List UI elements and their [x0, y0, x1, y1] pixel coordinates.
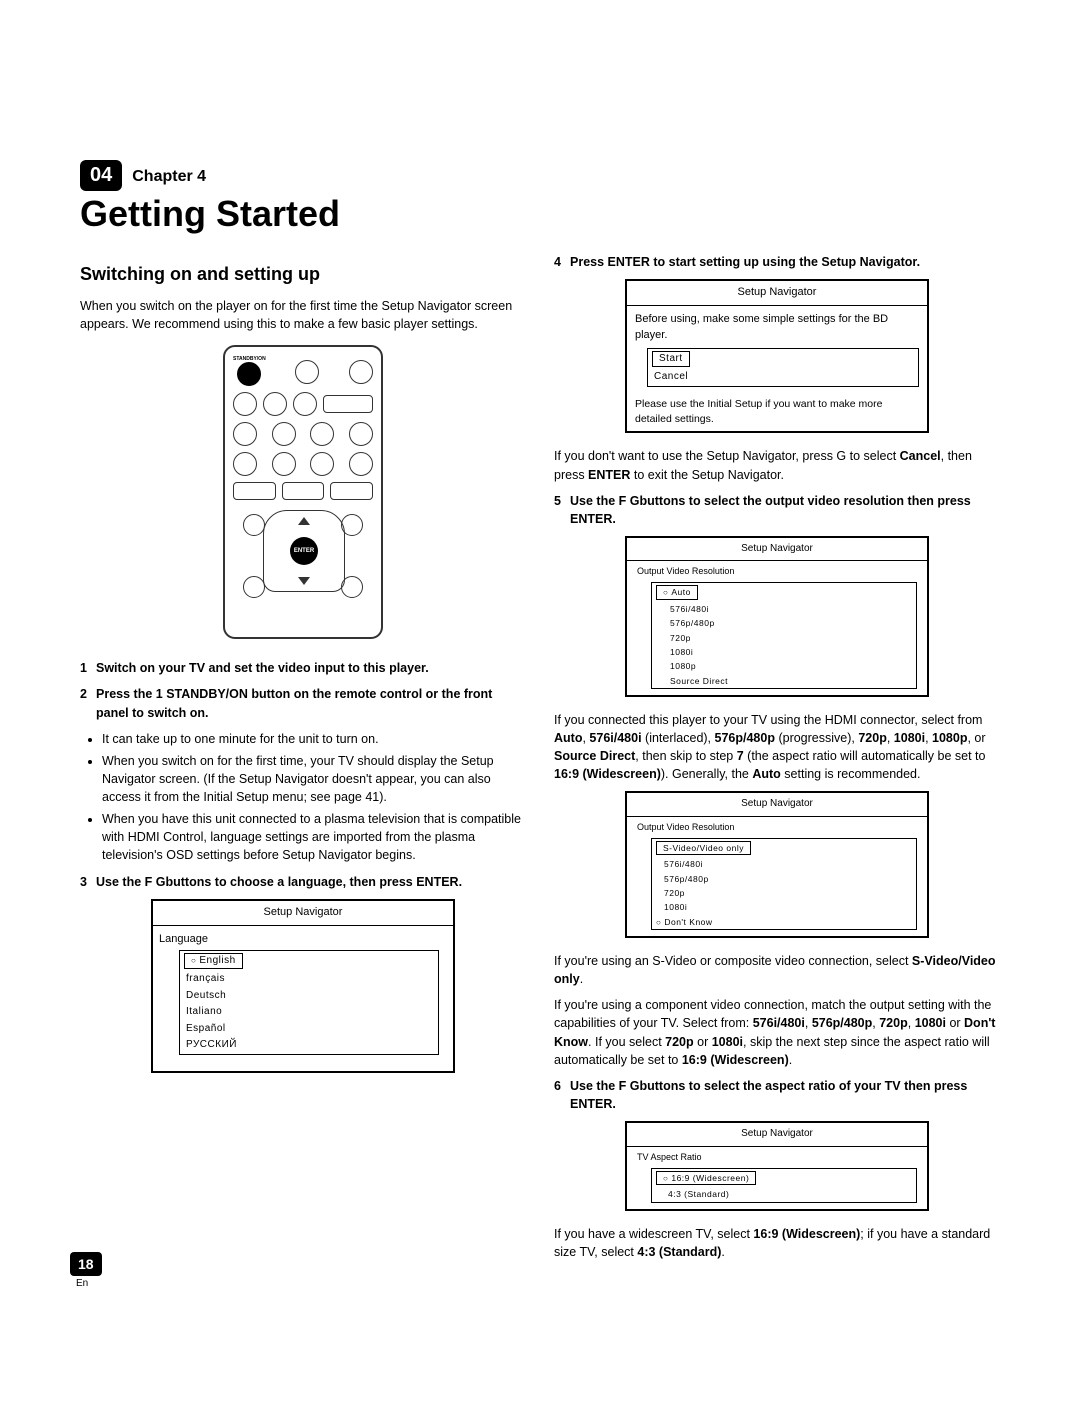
remote-circle: [233, 422, 257, 446]
step-2-bullets: It can take up to one minute for the uni…: [80, 730, 526, 865]
step-5: 5Use the F Gbuttons to select the output…: [554, 492, 1000, 528]
remote-circle: [233, 452, 257, 476]
page-number-badge: 18: [70, 1252, 102, 1276]
nav-option: français: [180, 971, 438, 988]
chapter-badge: 04: [80, 160, 122, 191]
nav-option: Español: [180, 1021, 438, 1038]
nav-option: Deutsch: [180, 988, 438, 1005]
nav-option: 4:3 (Standard): [652, 1187, 916, 1201]
lang-short: En: [76, 1278, 102, 1289]
intro-text: When you switch on the player on for the…: [80, 297, 526, 333]
bullet-item: When you switch on for the first time, y…: [102, 752, 526, 806]
remote-circle: [295, 360, 319, 384]
nav-title: Setup Navigator: [627, 538, 927, 562]
setup-navigator-start: Setup Navigator Before using, make some …: [625, 279, 929, 433]
remote-circle: [349, 452, 373, 476]
nav-option: РУССКИЙ: [180, 1037, 438, 1054]
aspect-text: If you have a widescreen TV, select 16:9…: [554, 1225, 1000, 1261]
chapter-label: Chapter 4: [132, 168, 206, 186]
svideo-text: If you're using an S-Video or composite …: [554, 952, 1000, 988]
component-text: If you're using a component video connec…: [554, 996, 1000, 1069]
remote-circle: [310, 422, 334, 446]
remote-rect: [282, 482, 325, 500]
nav-option: 576p/480p: [652, 872, 916, 886]
up-arrow-icon: [298, 517, 310, 525]
down-arrow-icon: [298, 577, 310, 585]
nav-title: Setup Navigator: [627, 281, 927, 306]
step-4-note: If you don't want to use the Setup Navig…: [554, 447, 1000, 483]
page-footer: 18 En: [70, 1252, 102, 1289]
step-5-hdmi-text: If you connected this player to your TV …: [554, 711, 1000, 784]
nav-option-selected: ○16:9 (Widescreen): [656, 1171, 756, 1186]
nav-hint: Please use the Initial Setup if you want…: [627, 393, 927, 431]
enter-button: ENTER: [290, 537, 318, 565]
nav-option: 720p: [652, 886, 916, 900]
nav-option-selected: ○English: [184, 953, 243, 970]
nav-option-selected: ○Auto: [656, 585, 698, 600]
remote-circle: [243, 514, 265, 536]
nav-section-label: Output Video Resolution: [627, 817, 927, 836]
setup-navigator-resolution-hdmi: Setup Navigator Output Video Resolution …: [625, 536, 929, 697]
nav-option-selected: S-Video/Video only: [656, 841, 751, 855]
nav-option: 720p: [652, 631, 916, 645]
nav-option: Cancel: [648, 369, 918, 386]
nav-prompt: Before using, make some simple settings …: [627, 306, 927, 346]
step-1: 1Switch on your TV and set the video inp…: [80, 659, 526, 677]
remote-circle: [310, 452, 334, 476]
remote-circle: [349, 360, 373, 384]
page: 04 Chapter 4 Getting Started Switching o…: [0, 0, 1080, 1349]
remote-circle: [272, 422, 296, 446]
remote-illustration: STANDBY/ON ENTER: [223, 345, 383, 639]
nav-option: Italiano: [180, 1004, 438, 1021]
nav-section-label: Output Video Resolution: [627, 561, 927, 580]
chapter-header: 04 Chapter 4: [80, 160, 1000, 191]
right-column: 4Press ENTER to start setting up using t…: [554, 253, 1000, 1269]
remote-rect: [233, 482, 276, 500]
remote-circle: [263, 392, 287, 416]
bullet-item: When you have this unit connected to a p…: [102, 810, 526, 864]
nav-option: 576i/480i: [652, 602, 916, 616]
nav-option: 576i/480i: [652, 857, 916, 871]
bullet-item: It can take up to one minute for the uni…: [102, 730, 526, 748]
nav-option-selected: Start: [652, 351, 690, 368]
remote-rect: [323, 395, 373, 413]
remote-circle: [233, 392, 257, 416]
nav-option: 1080i: [652, 645, 916, 659]
nav-option: 1080p: [652, 659, 916, 673]
step-3: 3Use the F Gbuttons to choose a language…: [80, 873, 526, 891]
nav-option: 576p/480p: [652, 616, 916, 630]
nav-title: Setup Navigator: [153, 901, 453, 926]
nav-title: Setup Navigator: [627, 793, 927, 817]
remote-circle: [243, 576, 265, 598]
remote-circle: [293, 392, 317, 416]
nav-option: Source Direct: [652, 674, 916, 688]
remote-circle: [349, 422, 373, 446]
standby-button-circle: [237, 362, 261, 386]
nav-section-label: Language: [159, 932, 447, 948]
step-4: 4Press ENTER to start setting up using t…: [554, 253, 1000, 271]
nav-title: Setup Navigator: [627, 1123, 927, 1147]
left-column: Switching on and setting up When you swi…: [80, 253, 526, 1269]
section-title: Switching on and setting up: [80, 261, 526, 287]
step-6: 6Use the F Gbuttons to select the aspect…: [554, 1077, 1000, 1113]
setup-navigator-resolution-component: Setup Navigator Output Video Resolution …: [625, 791, 929, 938]
remote-circle: [272, 452, 296, 476]
step-2: 2Press the 1 STANDBY/ON button on the re…: [80, 685, 526, 721]
setup-navigator-aspect: Setup Navigator TV Aspect Ratio ○16:9 (W…: [625, 1121, 929, 1210]
dpad: ENTER: [253, 510, 353, 590]
chapter-title: Getting Started: [80, 193, 1000, 235]
remote-rect: [330, 482, 373, 500]
nav-option: 1080i: [652, 900, 916, 914]
nav-section-label: TV Aspect Ratio: [627, 1147, 927, 1166]
nav-option: ○Don't Know: [652, 915, 916, 930]
setup-navigator-language: Setup Navigator Language ○English frança…: [151, 899, 455, 1073]
